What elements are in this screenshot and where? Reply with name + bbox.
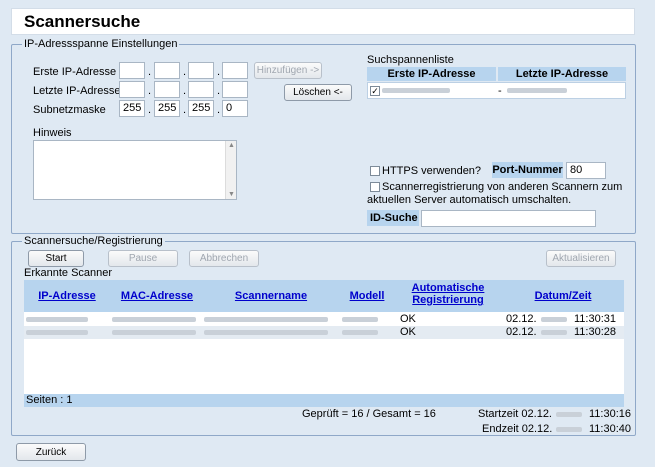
col-mac-address[interactable]: MAC-Adresse: [112, 290, 202, 302]
registration-status: OK: [400, 313, 416, 325]
cancel-button[interactable]: Abbrechen: [189, 250, 259, 267]
model-redacted: [342, 330, 378, 335]
start-time: 11:30:16: [589, 408, 632, 420]
table-row[interactable]: OK 02.12. 11:30:28: [24, 326, 624, 339]
range-last-ip-redacted: [507, 88, 567, 93]
row-date: 02.12.: [506, 313, 537, 325]
scroll-down-icon[interactable]: ▼: [228, 191, 235, 198]
start-year-redacted: [556, 412, 582, 417]
col-model[interactable]: Modell: [340, 290, 394, 302]
last-ip-octet-3[interactable]: [188, 81, 214, 98]
ip-range-legend: IP-Adressspanne Einstellungen: [24, 38, 178, 50]
checked-summary: Geprüft = 16 / Gesamt = 16: [302, 408, 436, 420]
auto-switch-checkbox[interactable]: [370, 182, 380, 192]
col-scanner-name[interactable]: Scannername: [204, 290, 338, 302]
range-first-ip-redacted: [382, 88, 450, 93]
end-time: 11:30:40: [589, 423, 632, 435]
id-search-label: ID-Suche: [367, 210, 419, 226]
https-checkbox[interactable]: [370, 166, 380, 176]
scanner-search-legend: Scannersuche/Registrierung: [24, 235, 163, 247]
mac-redacted: [112, 330, 196, 335]
start-button[interactable]: Start: [28, 250, 84, 267]
scroll-up-icon[interactable]: ▲: [228, 142, 235, 149]
port-label: Port-Nummer: [492, 162, 563, 178]
detected-scanners-label: Erkannte Scanner: [24, 267, 113, 279]
range-list-title: Suchspannenliste: [367, 54, 454, 66]
first-ip-label: Erste IP-Adresse: [33, 66, 117, 78]
subnet-label: Subnetzmaske: [33, 104, 106, 116]
row-date: 02.12.: [506, 326, 537, 338]
range-separator: -: [498, 85, 502, 97]
https-label: HTTPS verwenden?: [382, 165, 482, 177]
auto-switch-label-line2: aktuellen Server automatisch umschalten.: [367, 194, 572, 206]
first-ip-octet-3[interactable]: [188, 62, 214, 79]
port-input[interactable]: 80: [566, 162, 606, 179]
auto-switch-label-line1: Scannerregistrierung von anderen Scanner…: [382, 181, 623, 193]
ip-redacted: [26, 317, 88, 322]
table-row[interactable]: OK 02.12. 11:30:31: [24, 313, 624, 326]
col-auto-registration[interactable]: Automatische Registrierung: [396, 282, 500, 306]
col-ip-address[interactable]: IP-Adresse: [24, 290, 110, 302]
range-list-header-last: Letzte IP-Adresse: [498, 67, 626, 81]
first-ip-octet-2[interactable]: [154, 62, 180, 79]
note-label: Hinweis: [33, 127, 72, 139]
last-ip-octet-4[interactable]: [222, 81, 248, 98]
model-redacted: [342, 317, 378, 322]
last-ip-octet-1[interactable]: [119, 81, 145, 98]
range-row-checkbox[interactable]: ✓: [370, 86, 380, 96]
pagination-bar: Seiten : 1: [24, 394, 624, 407]
add-range-button[interactable]: Hinzufügen ->: [254, 62, 322, 79]
subnet-octet-4[interactable]: 0: [222, 100, 248, 117]
refresh-button[interactable]: Aktualisieren: [546, 250, 616, 267]
range-list-header-first: Erste IP-Adresse: [367, 67, 496, 81]
last-ip-label: Letzte IP-Adresse: [33, 85, 121, 97]
first-ip-octet-4[interactable]: [222, 62, 248, 79]
pause-button[interactable]: Pause: [108, 250, 178, 267]
scanner-name-redacted: [204, 317, 328, 322]
start-time-label: Startzeit 02.12.: [478, 408, 552, 420]
ip-redacted: [26, 330, 88, 335]
subnet-octet-1[interactable]: 255: [119, 100, 145, 117]
end-year-redacted: [556, 427, 582, 432]
row-time: 11:30:28: [574, 326, 617, 338]
subnet-octet-3[interactable]: 255: [188, 100, 214, 117]
pages-label: Seiten : 1: [26, 394, 73, 406]
mac-redacted: [112, 317, 196, 322]
last-ip-octet-2[interactable]: [154, 81, 180, 98]
page-title: Scannersuche: [11, 8, 635, 35]
subnet-octet-2[interactable]: 255: [154, 100, 180, 117]
year-redacted: [541, 317, 567, 322]
row-time: 11:30:31: [574, 313, 617, 325]
note-textarea[interactable]: ▲ ▼: [33, 140, 237, 200]
col-date-time[interactable]: Datum/Zeit: [502, 290, 624, 302]
scanner-name-redacted: [204, 330, 328, 335]
note-scrollbar[interactable]: ▲ ▼: [225, 141, 236, 199]
back-button[interactable]: Zurück: [16, 443, 86, 461]
id-search-input[interactable]: [421, 210, 596, 227]
year-redacted: [541, 330, 567, 335]
first-ip-octet-1[interactable]: [119, 62, 145, 79]
end-time-label: Endzeit 02.12.: [482, 423, 553, 435]
delete-range-button[interactable]: Löschen <-: [284, 84, 352, 101]
registration-status: OK: [400, 326, 416, 338]
